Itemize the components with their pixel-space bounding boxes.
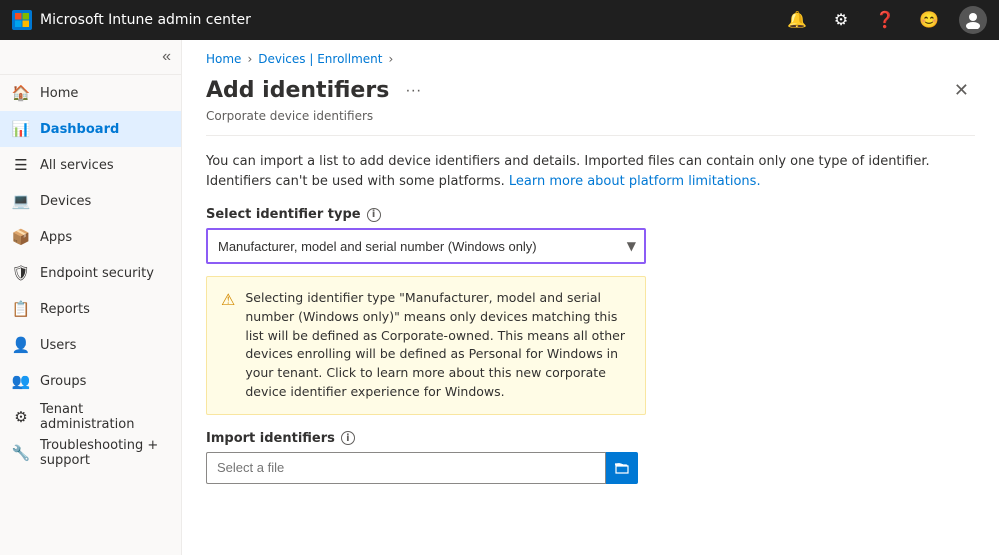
more-options-button[interactable]: ···: [399, 80, 427, 102]
select-identifier-info-icon: i: [367, 208, 381, 222]
breadcrumb-separator-1: ›: [247, 52, 252, 66]
help-question-icon[interactable]: ❓: [871, 6, 899, 34]
sidebar-item-tenant-admin[interactable]: ⚙ Tenant administration: [0, 399, 181, 435]
sidebar-item-groups[interactable]: 👥 Groups: [0, 363, 181, 399]
header-icons: 🔔 ⚙ ❓ 😊: [783, 6, 987, 34]
select-identifier-dropdown[interactable]: Manufacturer, model and serial number (W…: [208, 230, 644, 262]
home-icon: 🏠: [12, 84, 30, 102]
sidebar-collapse-button[interactable]: «: [162, 48, 171, 66]
sidebar-item-apps[interactable]: 📦 Apps: [0, 219, 181, 255]
info-text: You can import a list to add device iden…: [206, 152, 975, 191]
sidebar-label-reports: Reports: [40, 302, 90, 317]
sidebar-label-groups: Groups: [40, 374, 86, 389]
breadcrumb-separator-2: ›: [388, 52, 393, 66]
close-panel-button[interactable]: ✕: [948, 78, 975, 103]
select-identifier-label: Select identifier type i: [206, 207, 975, 222]
sidebar-item-endpoint-security[interactable]: 🛡 Endpoint security: [0, 255, 181, 291]
warning-triangle-icon: ⚠: [221, 290, 235, 402]
form-area: You can import a list to add device iden…: [182, 136, 999, 500]
select-identifier-label-text: Select identifier type: [206, 207, 361, 222]
page-title-bar: Add identifiers ··· ✕: [182, 70, 999, 107]
page-title: Add identifiers: [206, 78, 389, 103]
tenant-admin-icon: ⚙: [12, 408, 30, 426]
select-identifier-field-group: Select identifier type i Manufacturer, m…: [206, 207, 975, 415]
sidebar-item-users[interactable]: 👤 Users: [0, 327, 181, 363]
main-layout: « 🏠 Home 📊 Dashboard ☰ All services 💻 De…: [0, 40, 999, 555]
sidebar-item-reports[interactable]: 📋 Reports: [0, 291, 181, 327]
notification-bell-icon[interactable]: 🔔: [783, 6, 811, 34]
content-area: Home › Devices | Enrollment › Add identi…: [182, 40, 999, 555]
dashboard-icon: 📊: [12, 120, 30, 138]
user-avatar[interactable]: [959, 6, 987, 34]
app-title: Microsoft Intune admin center: [40, 12, 251, 28]
breadcrumb: Home › Devices | Enrollment ›: [182, 40, 999, 70]
page-subtitle: Corporate device identifiers: [182, 107, 999, 135]
sidebar-label-devices: Devices: [40, 194, 91, 209]
endpoint-security-icon: 🛡: [12, 264, 30, 282]
sidebar-label-all-services: All services: [40, 158, 114, 173]
sidebar-label-apps: Apps: [40, 230, 72, 245]
sidebar-label-users: Users: [40, 338, 76, 353]
app-logo: [12, 10, 32, 30]
reports-icon: 📋: [12, 300, 30, 318]
sidebar: « 🏠 Home 📊 Dashboard ☰ All services 💻 De…: [0, 40, 182, 555]
all-services-icon: ☰: [12, 156, 30, 174]
import-identifiers-field-group: Import identifiers i: [206, 431, 975, 484]
sidebar-collapse-area: «: [0, 40, 181, 75]
breadcrumb-home[interactable]: Home: [206, 52, 241, 66]
sidebar-label-dashboard: Dashboard: [40, 122, 119, 137]
warning-box: ⚠ Selecting identifier type "Manufacture…: [206, 276, 646, 415]
import-browse-button[interactable]: [606, 452, 638, 484]
warning-text: Selecting identifier type "Manufacturer,…: [245, 289, 631, 402]
sidebar-item-troubleshooting[interactable]: 🔧 Troubleshooting + support: [0, 435, 181, 471]
sidebar-label-endpoint-security: Endpoint security: [40, 266, 154, 281]
sidebar-item-home[interactable]: 🏠 Home: [0, 75, 181, 111]
info-link[interactable]: Learn more about platform limitations.: [509, 174, 761, 189]
import-identifiers-info-icon: i: [341, 431, 355, 445]
devices-icon: 💻: [12, 192, 30, 210]
sidebar-item-all-services[interactable]: ☰ All services: [0, 147, 181, 183]
sidebar-label-home: Home: [40, 86, 78, 101]
import-field-wrapper: [206, 452, 975, 484]
breadcrumb-devices-enrollment[interactable]: Devices | Enrollment: [258, 52, 382, 66]
sidebar-label-troubleshooting: Troubleshooting + support: [40, 438, 169, 468]
settings-gear-icon[interactable]: ⚙: [827, 6, 855, 34]
sidebar-item-dashboard[interactable]: 📊 Dashboard: [0, 111, 181, 147]
sidebar-item-devices[interactable]: 💻 Devices: [0, 183, 181, 219]
users-icon: 👤: [12, 336, 30, 354]
troubleshooting-icon: 🔧: [12, 444, 30, 462]
feedback-icon[interactable]: 😊: [915, 6, 943, 34]
groups-icon: 👥: [12, 372, 30, 390]
select-identifier-wrapper: Manufacturer, model and serial number (W…: [206, 228, 646, 264]
import-identifiers-label: Import identifiers i: [206, 431, 975, 446]
sidebar-label-tenant-admin: Tenant administration: [40, 402, 169, 432]
import-file-input[interactable]: [206, 452, 606, 484]
import-identifiers-label-text: Import identifiers: [206, 431, 335, 446]
apps-icon: 📦: [12, 228, 30, 246]
top-header: Microsoft Intune admin center 🔔 ⚙ ❓ 😊: [0, 0, 999, 40]
